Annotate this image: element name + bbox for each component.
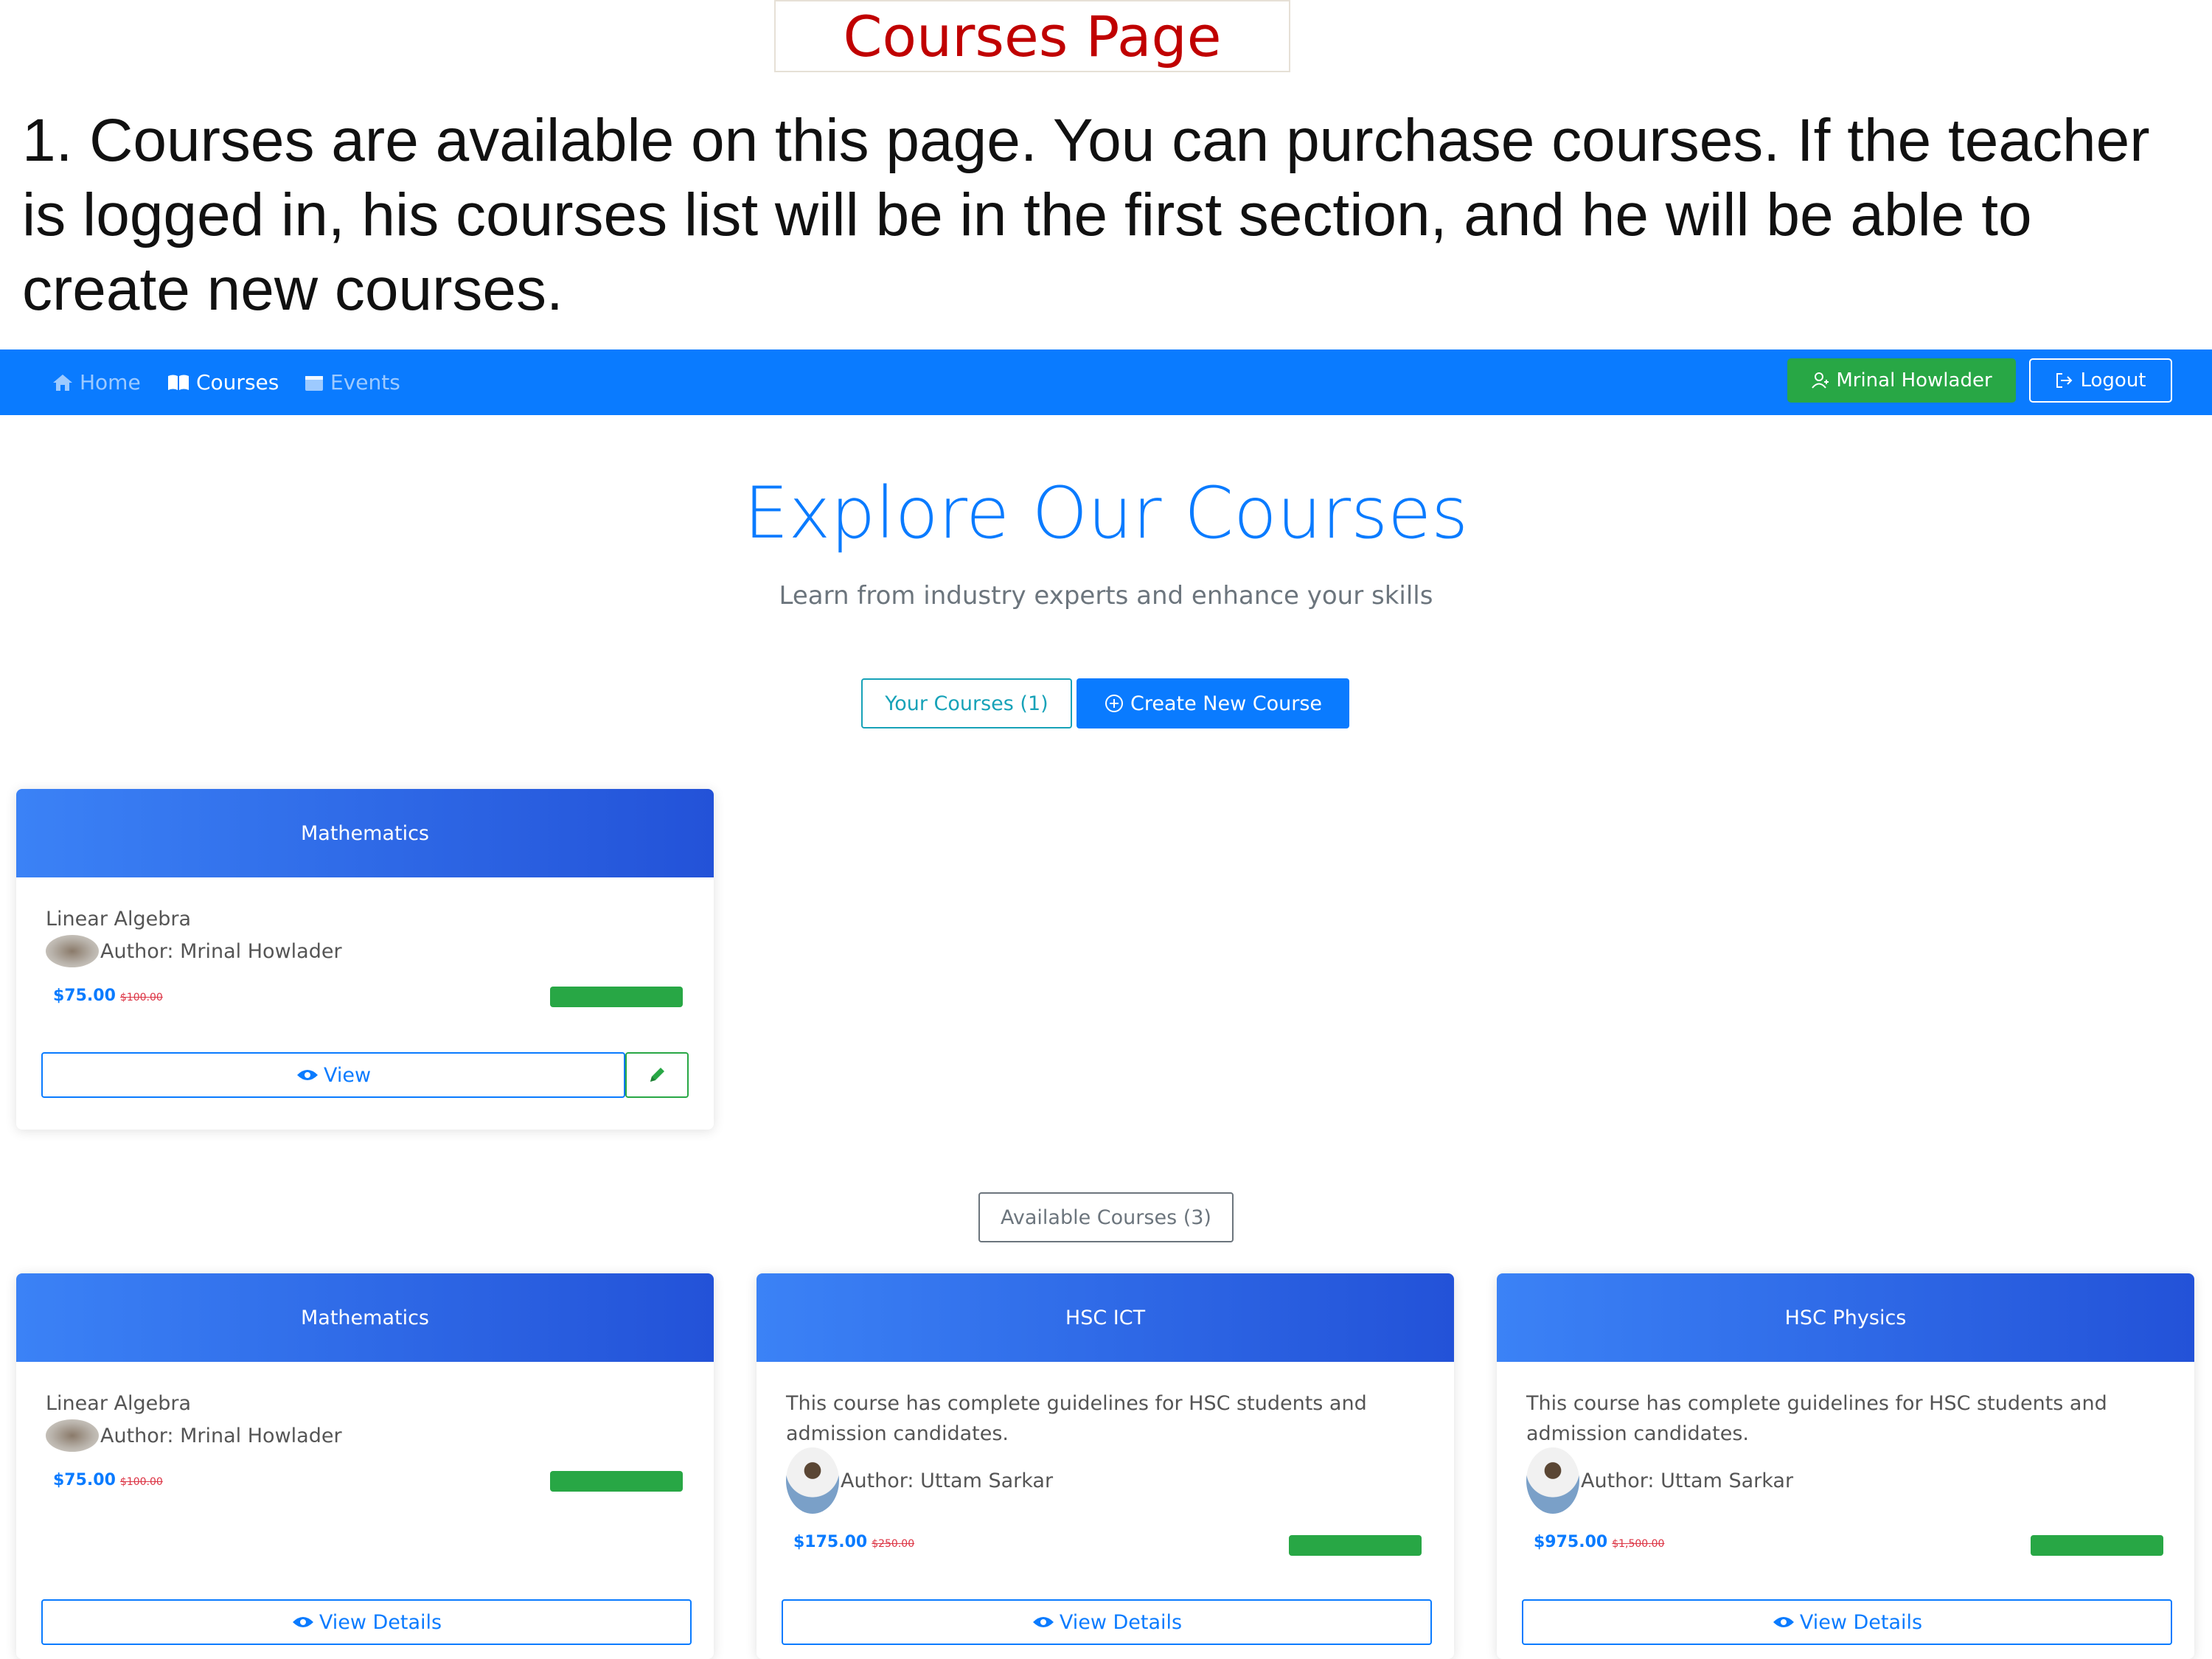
course-author: Author: Mrinal Howlader [46, 1419, 342, 1452]
course-price: $975.00 $1,500.00 [1534, 1533, 1664, 1551]
view-button-label: View [323, 1063, 372, 1087]
user-profile-button[interactable]: Mrinal Howlader [1787, 358, 2016, 403]
author-name: Author: Mrinal Howlader [100, 1424, 342, 1447]
view-details-button[interactable]: View Details [1522, 1599, 2172, 1645]
nav-item-label: Home [80, 370, 141, 394]
course-description: This course has complete guidelines for … [786, 1392, 1367, 1445]
price-original: $250.00 [872, 1538, 915, 1550]
course-description: Linear Algebra [46, 1392, 192, 1415]
course-card-header: Mathematics [16, 789, 714, 877]
book-icon [168, 375, 189, 390]
price-current: $75.00 [53, 987, 116, 1005]
course-description: This course has complete guidelines for … [1526, 1392, 2107, 1445]
eye-icon [296, 1070, 318, 1080]
doc-title: Courses Page [774, 0, 1290, 72]
course-card-header: HSC ICT [757, 1273, 1454, 1362]
course-card: Mathematics Linear Algebra Author: Mrina… [16, 1273, 714, 1659]
calendar-icon [305, 375, 323, 391]
logout-button[interactable]: Logout [2029, 358, 2172, 403]
course-card: HSC ICT This course has complete guideli… [757, 1273, 1454, 1659]
your-course-card: Mathematics Linear Algebra Author: Mrina… [16, 789, 714, 1130]
author-name: Author: Uttam Sarkar [1581, 1469, 1794, 1492]
available-courses-label: Available Courses (3) [1001, 1206, 1211, 1229]
course-price: $75.00 $100.00 [53, 1471, 163, 1489]
eye-icon [1032, 1617, 1054, 1627]
nav-item-label: Events [330, 370, 400, 394]
logout-icon [2056, 373, 2073, 388]
nav-item-events[interactable]: Events [304, 349, 400, 415]
course-price: $75.00 $100.00 [53, 987, 163, 1005]
nav-item-home[interactable]: Home [52, 349, 141, 415]
eye-icon [292, 1617, 313, 1627]
plus-circle-icon [1105, 695, 1123, 712]
course-author: Author: Mrinal Howlader [46, 935, 342, 967]
status-badge [2031, 1535, 2163, 1556]
course-price: $175.00 $250.00 [793, 1533, 914, 1551]
author-name: Author: Mrinal Howlader [100, 939, 342, 963]
price-current: $975.00 [1534, 1533, 1608, 1551]
avatar [1526, 1447, 1579, 1514]
page-subtitle: Learn from industry experts and enhance … [779, 581, 1433, 611]
price-original: $1,500.00 [1612, 1538, 1665, 1550]
available-courses-button[interactable]: Available Courses (3) [978, 1192, 1234, 1242]
view-details-label: View Details [319, 1610, 442, 1634]
course-author: Author: Uttam Sarkar [786, 1447, 1053, 1514]
price-current: $75.00 [53, 1471, 116, 1489]
eye-icon [1773, 1617, 1794, 1627]
price-original: $100.00 [119, 992, 163, 1004]
doc-description: 1. Courses are available on this page. Y… [22, 107, 2150, 323]
pencil-icon [650, 1068, 664, 1082]
view-details-label: View Details [1059, 1610, 1183, 1634]
your-courses-button[interactable]: Your Courses (1) [861, 678, 1072, 728]
view-details-button[interactable]: View Details [41, 1599, 692, 1645]
edit-button[interactable] [625, 1052, 689, 1098]
nav-item-label: Courses [196, 370, 279, 394]
course-card-header: HSC Physics [1497, 1273, 2194, 1362]
page-title: Explore Our Courses [743, 472, 1469, 554]
user-icon [1812, 372, 1829, 389]
create-course-label: Create New Course [1130, 692, 1323, 715]
status-badge [1289, 1535, 1422, 1556]
course-author: Author: Uttam Sarkar [1526, 1447, 1793, 1514]
logout-label: Logout [2080, 369, 2146, 392]
create-course-button[interactable]: Create New Course [1077, 678, 1349, 728]
nav-item-courses[interactable]: Courses [167, 349, 279, 415]
view-details-button[interactable]: View Details [782, 1599, 1432, 1645]
status-badge [550, 1471, 683, 1492]
avatar [786, 1447, 839, 1514]
avatar [46, 935, 99, 967]
course-description: Linear Algebra [46, 908, 192, 931]
your-courses-label: Your Courses (1) [885, 692, 1048, 715]
view-button[interactable]: View [41, 1052, 625, 1098]
price-original: $100.00 [119, 1476, 163, 1488]
user-profile-label: Mrinal Howlader [1836, 369, 1992, 392]
navbar: Home Courses Events Mrinal Howlader Logo… [0, 349, 2212, 415]
avatar [46, 1419, 99, 1452]
price-current: $175.00 [793, 1533, 868, 1551]
course-card-header: Mathematics [16, 1273, 714, 1362]
course-card: HSC Physics This course has complete gui… [1497, 1273, 2194, 1659]
home-icon [53, 374, 72, 391]
view-details-label: View Details [1799, 1610, 1923, 1634]
status-badge [550, 987, 683, 1007]
author-name: Author: Uttam Sarkar [841, 1469, 1054, 1492]
